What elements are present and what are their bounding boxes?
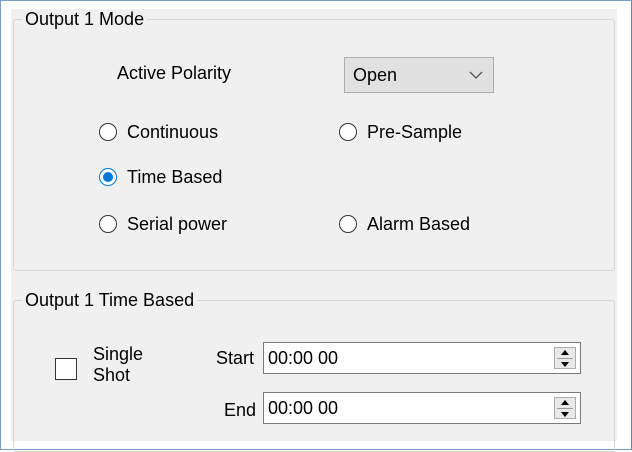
end-time-field[interactable]: 00:00 00 xyxy=(263,392,581,424)
radio-serial-power-label: Serial power xyxy=(127,214,228,234)
output-time-group: Output 1 Time Based Single Shot Start 00… xyxy=(13,290,615,452)
radio-circle-icon xyxy=(339,215,357,233)
spin-up-icon xyxy=(561,399,569,405)
radio-continuous-label: Continuous xyxy=(127,122,219,142)
start-label: Start xyxy=(216,348,255,368)
spin-updown-icon[interactable] xyxy=(554,397,576,419)
single-shot-label-line2: Shot xyxy=(93,365,131,385)
spin-up-icon xyxy=(561,349,569,355)
radio-alarm-based[interactable]: Alarm Based xyxy=(339,213,470,235)
start-time-field[interactable]: 00:00 00 xyxy=(263,342,581,374)
polarity-dropdown[interactable]: Open xyxy=(344,57,494,93)
single-shot-checkbox[interactable] xyxy=(55,358,77,380)
radio-time-based[interactable]: Time Based xyxy=(99,166,222,188)
radio-continuous[interactable]: Continuous xyxy=(99,121,218,143)
radio-circle-icon xyxy=(99,123,117,141)
active-polarity-label: Active Polarity xyxy=(117,63,232,83)
end-label: End xyxy=(224,400,257,420)
radio-pre-sample-label: Pre-Sample xyxy=(367,122,463,142)
spin-down-icon xyxy=(561,411,569,417)
radio-dot-icon xyxy=(103,172,113,182)
radio-serial-power[interactable]: Serial power xyxy=(99,213,227,235)
radio-pre-sample[interactable]: Pre-Sample xyxy=(339,121,462,143)
output-mode-group: Output 1 Mode Active Polarity Open Conti… xyxy=(13,9,615,271)
spinner-divider xyxy=(557,407,573,409)
output-time-title: Output 1 Time Based xyxy=(22,290,198,310)
settings-panel: Output 1 Mode Active Polarity Open Conti… xyxy=(11,9,617,452)
chevron-down-icon xyxy=(469,71,483,79)
spinner-divider xyxy=(557,357,573,359)
window-frame: Output 1 Mode Active Polarity Open Conti… xyxy=(0,0,632,452)
radio-circle-icon xyxy=(339,123,357,141)
spin-down-icon xyxy=(561,361,569,367)
start-time-value: 00:00 00 xyxy=(268,348,339,368)
polarity-selected-value: Open xyxy=(353,64,398,85)
radio-checked-icon xyxy=(99,168,117,186)
radio-circle-icon xyxy=(99,215,117,233)
radio-alarm-based-label: Alarm Based xyxy=(367,214,471,234)
single-shot-label-line1: Single xyxy=(93,344,144,364)
end-time-value: 00:00 00 xyxy=(268,398,339,418)
radio-time-based-label: Time Based xyxy=(127,167,223,187)
spin-updown-icon[interactable] xyxy=(554,347,576,369)
output-mode-title: Output 1 Mode xyxy=(22,9,148,29)
